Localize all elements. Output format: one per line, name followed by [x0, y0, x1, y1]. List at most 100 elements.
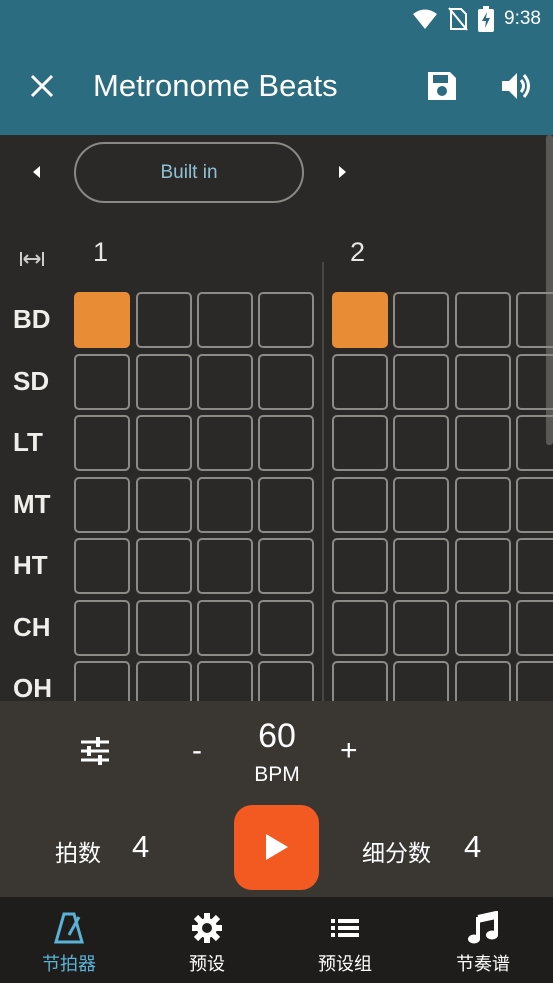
nav-label-metronome: 节拍器 [42, 954, 96, 974]
beat-cell-lt-2[interactable] [136, 415, 192, 471]
beat-cell-oh-1[interactable] [74, 661, 130, 701]
beat-cell-ch-7[interactable] [455, 599, 511, 656]
beat-cell-mt-7[interactable] [455, 476, 511, 533]
subdivision-label: 细分数 [362, 840, 431, 866]
beat-cell-lt-8[interactable] [516, 415, 553, 471]
beat-cell-sd-3[interactable] [197, 353, 253, 410]
beat-cell-lt-3[interactable] [197, 415, 253, 471]
expand-width-icon[interactable] [18, 245, 46, 273]
drum-label-ch[interactable]: CH [13, 612, 51, 643]
measure-divider [322, 262, 324, 701]
close-icon[interactable] [24, 68, 60, 104]
beat-cell-mt-5[interactable] [332, 476, 388, 533]
subdivision-value[interactable]: 4 [464, 829, 481, 865]
beat-cell-bd-4[interactable] [258, 292, 314, 348]
beat-cell-bd-1[interactable] [74, 292, 130, 348]
beat-cell-ht-2[interactable] [136, 538, 192, 594]
nav-item-rhythm-score[interactable]: 节奏谱 [414, 897, 552, 983]
beats-value[interactable]: 4 [132, 829, 149, 865]
next-arrow-icon[interactable] [333, 163, 351, 181]
beat-cell-mt-8[interactable] [516, 476, 553, 533]
beat-cell-mt-2[interactable] [136, 476, 192, 533]
beat-cell-ch-8[interactable] [516, 599, 553, 656]
beat-cell-lt-6[interactable] [393, 415, 449, 471]
music-note-icon [468, 911, 498, 944]
drum-label-lt[interactable]: LT [13, 427, 43, 458]
volume-icon[interactable] [498, 68, 534, 104]
beat-cell-lt-1[interactable] [74, 415, 130, 471]
beat-cell-ht-6[interactable] [393, 538, 449, 594]
drum-label-sd[interactable]: SD [13, 366, 49, 397]
drum-label-ht[interactable]: HT [13, 550, 48, 581]
bpm-decrease-button[interactable]: - [192, 734, 202, 768]
drum-label-oh[interactable]: OH [13, 673, 52, 701]
beat-cell-mt-6[interactable] [393, 476, 449, 533]
status-time: 9:38 [504, 8, 541, 29]
mixer-sliders-icon[interactable] [78, 734, 112, 768]
beat-cell-ch-1[interactable] [74, 599, 130, 656]
beat-cell-ht-5[interactable] [332, 538, 388, 594]
beat-cell-oh-5[interactable] [332, 661, 388, 701]
beat-cell-sd-1[interactable] [74, 353, 130, 410]
beat-cell-oh-3[interactable] [197, 661, 253, 701]
app-bar: Metronome Beats [0, 38, 553, 135]
beat-cell-bd-2[interactable] [136, 292, 192, 348]
bpm-unit-label: BPM [254, 763, 300, 786]
beat-cell-mt-3[interactable] [197, 476, 253, 533]
beat-cell-ch-2[interactable] [136, 599, 192, 656]
measure-number-2: 2 [350, 237, 366, 267]
beat-cell-sd-5[interactable] [332, 353, 388, 410]
drum-label-bd[interactable]: BD [13, 304, 51, 335]
nav-label-rhythm-score: 节奏谱 [456, 954, 510, 974]
beat-cell-ht-4[interactable] [258, 538, 314, 594]
beat-source-label: Built in [160, 161, 218, 183]
beat-cell-ht-1[interactable] [74, 538, 130, 594]
list-icon [331, 919, 359, 937]
beat-cell-ht-7[interactable] [455, 538, 511, 594]
gear-icon [192, 913, 222, 943]
beat-cell-oh-2[interactable] [136, 661, 192, 701]
beat-cell-bd-3[interactable] [197, 292, 253, 348]
beat-cell-lt-7[interactable] [455, 415, 511, 471]
beat-cell-ch-6[interactable] [393, 599, 449, 656]
beat-cell-ch-5[interactable] [332, 599, 388, 656]
battery-charging-icon [478, 6, 495, 32]
beat-cell-sd-7[interactable] [455, 353, 511, 410]
beat-cell-ch-3[interactable] [197, 599, 253, 656]
previous-arrow-icon[interactable] [28, 163, 46, 181]
no-sim-icon [448, 7, 468, 31]
nav-item-metronome[interactable]: 节拍器 [0, 897, 138, 983]
beat-cell-oh-4[interactable] [258, 661, 314, 701]
bpm-increase-button[interactable]: + [340, 734, 358, 768]
beat-cell-oh-7[interactable] [455, 661, 511, 701]
beat-cell-lt-4[interactable] [258, 415, 314, 471]
beat-source-selector[interactable]: Built in [74, 142, 304, 203]
beat-grid-area: Built in 1 2 BD SD LT MT HT CH OH [0, 135, 553, 701]
drum-label-mt[interactable]: MT [13, 489, 51, 520]
beat-cell-mt-1[interactable] [74, 476, 130, 533]
status-icons: 9:38 [412, 6, 541, 32]
beat-cell-sd-6[interactable] [393, 353, 449, 410]
beat-cell-ht-3[interactable] [197, 538, 253, 594]
beat-cell-oh-8[interactable] [516, 661, 553, 701]
beat-cell-mt-4[interactable] [258, 476, 314, 533]
play-button[interactable] [234, 805, 319, 890]
nav-item-preset-groups[interactable]: 预设组 [276, 897, 414, 983]
beat-cell-ht-8[interactable] [516, 538, 553, 594]
beat-cell-oh-6[interactable] [393, 661, 449, 701]
beat-cell-sd-8[interactable] [516, 353, 553, 410]
nav-label-preset-groups: 预设组 [318, 954, 372, 974]
nav-item-presets[interactable]: 预设 [138, 897, 276, 983]
beat-cell-sd-2[interactable] [136, 353, 192, 410]
beat-cell-sd-4[interactable] [258, 353, 314, 410]
beat-cell-ch-4[interactable] [258, 599, 314, 656]
beat-cell-bd-7[interactable] [455, 292, 511, 348]
beat-cell-bd-8[interactable] [516, 292, 553, 348]
bpm-value[interactable]: 60 [240, 717, 314, 756]
save-icon[interactable] [424, 68, 460, 104]
beat-cell-bd-5[interactable] [332, 292, 388, 348]
beat-cell-bd-6[interactable] [393, 292, 449, 348]
beat-cell-lt-5[interactable] [332, 415, 388, 471]
nav-label-presets: 预设 [189, 954, 225, 974]
metronome-icon [54, 912, 84, 944]
